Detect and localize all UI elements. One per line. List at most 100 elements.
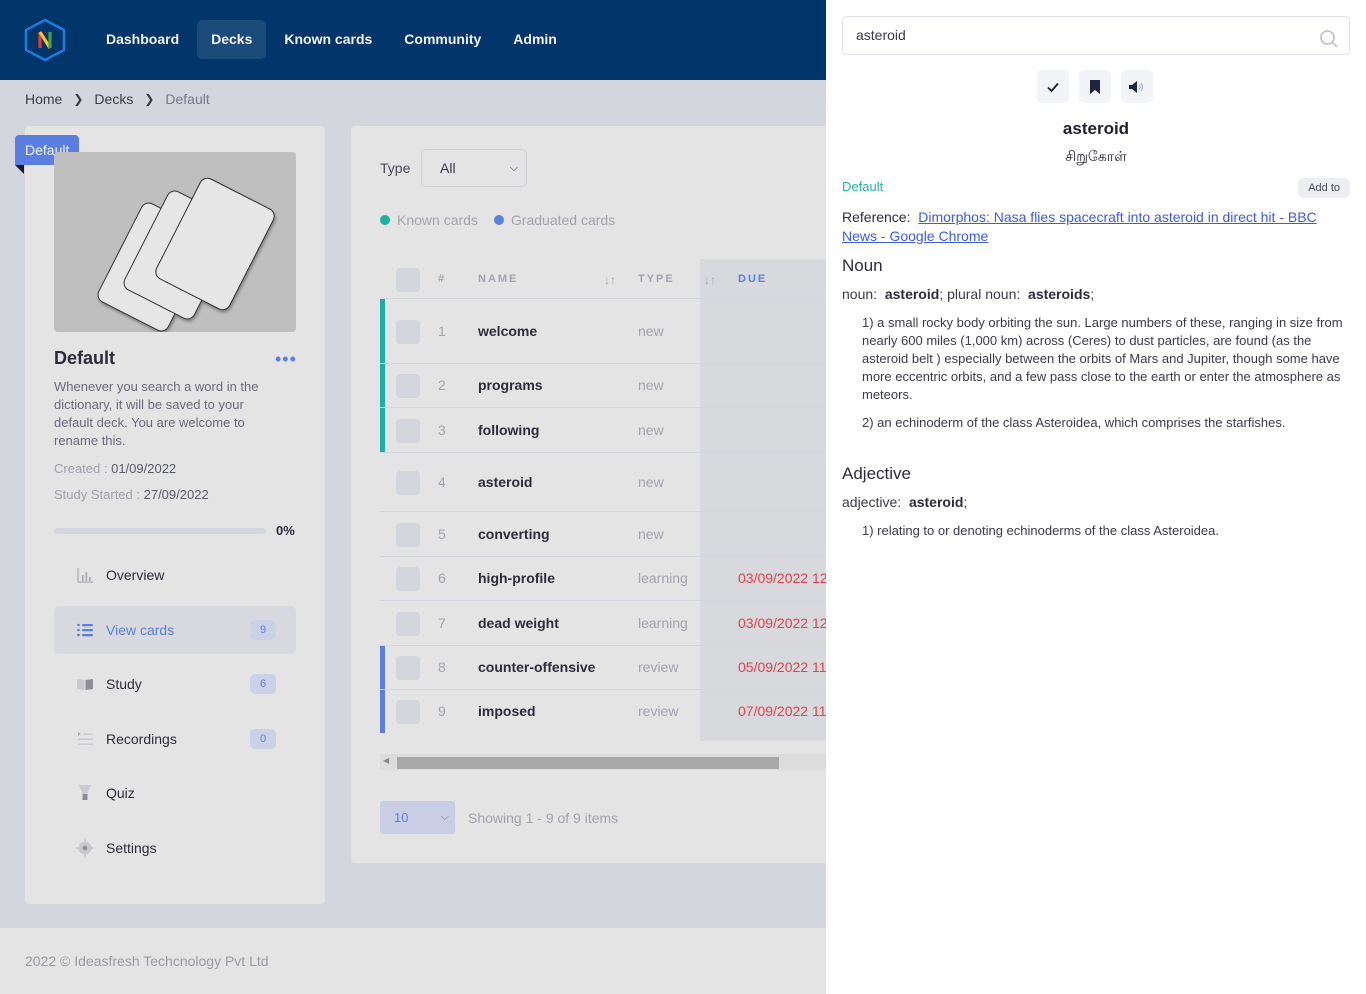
bookmark-button[interactable] <box>1079 70 1111 103</box>
menu-study[interactable]: Study 6 <box>54 660 296 708</box>
dictionary-search-input[interactable]: asteroid <box>842 16 1350 55</box>
row-checkbox[interactable] <box>396 700 420 724</box>
table-row[interactable]: 4 asteroid new <box>380 452 871 511</box>
trophy-icon <box>76 784 94 802</box>
study-started-label: Study Started : <box>54 487 144 502</box>
row-type: new <box>638 323 664 339</box>
known-dot-icon <box>380 215 390 225</box>
noun-forms: noun: asteroid; plural noun: asteroids; <box>842 286 1095 302</box>
logo[interactable] <box>22 18 68 62</box>
type-filter-select[interactable]: All ⌵ <box>421 149 527 187</box>
row-checkbox[interactable] <box>396 656 420 680</box>
definition-item: 1) relating to or denoting echinoderms o… <box>862 523 1219 538</box>
row-name[interactable]: asteroid <box>478 474 532 490</box>
menu-recordings[interactable]: Recordings 0 <box>54 715 296 763</box>
list-icon <box>76 621 94 639</box>
row-checkbox[interactable] <box>396 567 420 591</box>
chevron-down-icon: ⌵ <box>509 162 518 174</box>
deck-link[interactable]: Default <box>842 179 883 194</box>
row-type: new <box>638 422 664 438</box>
menu-view-cards[interactable]: View cards 9 <box>54 605 296 654</box>
progress-bar <box>54 528 266 534</box>
row-name[interactable]: welcome <box>478 323 537 339</box>
row-checkbox[interactable] <box>396 419 420 443</box>
row-name[interactable]: counter-offensive <box>478 659 595 675</box>
table-row[interactable]: 2 programs new <box>380 363 871 407</box>
row-status-bar <box>380 646 385 689</box>
row-type: review <box>638 659 679 675</box>
col-name[interactable]: NAME <box>478 259 518 299</box>
scrollbar-thumb[interactable] <box>397 757 779 769</box>
count-badge: 0 <box>250 728 276 749</box>
row-checkbox[interactable] <box>396 612 420 636</box>
row-name[interactable]: imposed <box>478 703 536 719</box>
select-all-checkbox[interactable] <box>396 268 420 292</box>
row-checkbox[interactable] <box>396 320 420 344</box>
study-started-value: 27/09/2022 <box>143 487 209 502</box>
row-type: learning <box>638 570 688 586</box>
pagination-summary: Showing 1 - 9 of 9 items <box>468 810 619 826</box>
legend-label: Graduated cards <box>510 212 616 228</box>
chevron-down-icon: ⌵ <box>440 811 449 823</box>
pronounce-button[interactable] <box>1121 70 1153 103</box>
row-checkbox[interactable] <box>396 523 420 547</box>
check-icon <box>1047 82 1059 92</box>
menu-overview[interactable]: Overview <box>54 551 296 599</box>
row-due: 07/09/2022 11 <box>738 703 827 719</box>
mark-known-button[interactable] <box>1037 70 1069 103</box>
col-type[interactable]: TYPE <box>638 259 675 299</box>
nav-community[interactable]: Community <box>390 20 495 59</box>
main-nav: Dashboard Decks Known cards Community Ad… <box>92 20 571 59</box>
row-checkbox[interactable] <box>396 471 420 495</box>
forms-prefix: noun: <box>842 286 878 302</box>
menu-label: Settings <box>106 839 157 856</box>
breadcrumb-home[interactable]: Home <box>25 91 62 107</box>
definition-item: 2) an echinoderm of the class Asteroidea… <box>862 415 1286 430</box>
row-type: new <box>638 526 664 542</box>
scroll-left-icon[interactable]: ◀ <box>383 756 389 765</box>
row-name[interactable]: following <box>478 422 539 438</box>
table-row[interactable]: 7 dead weight learning 03/09/2022 12 <box>380 600 871 645</box>
deck-title: Default <box>54 348 116 368</box>
legend-known: Known cards <box>380 212 478 228</box>
row-name[interactable]: dead weight <box>478 615 559 631</box>
table-row[interactable]: 8 counter-offensive review 05/09/2022 11 <box>380 645 871 689</box>
more-options-icon[interactable]: ••• <box>275 348 297 370</box>
breadcrumb-decks[interactable]: Decks <box>94 91 133 107</box>
sort-name-icon[interactable]: ↓↑ <box>604 259 616 301</box>
bar-chart-icon <box>76 566 94 584</box>
menu-label: Quiz <box>106 785 135 801</box>
definition-item: 1) a small rocky body orbiting the sun. … <box>862 315 1343 402</box>
menu-quiz[interactable]: Quiz <box>54 769 296 817</box>
row-name[interactable]: programs <box>478 377 543 393</box>
nav-decks[interactable]: Decks <box>197 20 267 59</box>
horizontal-scrollbar[interactable]: ◀ <box>380 754 871 770</box>
row-number: 3 <box>438 422 446 438</box>
table-row[interactable]: 1 welcome new <box>380 298 871 363</box>
chevron-right-icon: ❯ <box>144 92 155 106</box>
row-name[interactable]: converting <box>478 526 550 542</box>
page-size-select[interactable]: 10 ⌵ <box>380 801 455 834</box>
word-translation: சிறுகோள் <box>1065 148 1127 164</box>
cards-table-panel: Type All ⌵ Known cards Graduated cards #… <box>351 126 871 863</box>
table-row[interactable]: 3 following new <box>380 407 871 452</box>
table-row[interactable]: 6 high-profile learning 03/09/2022 12 <box>380 556 871 600</box>
reference-label: Reference: <box>842 209 911 225</box>
table-row[interactable]: 9 imposed review 07/09/2022 11 <box>380 689 871 733</box>
nav-admin[interactable]: Admin <box>499 20 571 59</box>
col-due[interactable]: DUE <box>738 259 767 299</box>
search-icon[interactable] <box>1319 26 1339 63</box>
add-to-button[interactable]: Add to <box>1298 178 1350 198</box>
row-type: learning <box>638 615 688 631</box>
forms-mid: ; plural noun: <box>939 286 1021 302</box>
row-number: 7 <box>438 615 446 631</box>
nav-known-cards[interactable]: Known cards <box>270 20 386 59</box>
row-checkbox[interactable] <box>396 374 420 398</box>
reference-link[interactable]: Dimorphos: Nasa flies spacecraft into as… <box>842 209 1317 244</box>
nav-dashboard[interactable]: Dashboard <box>92 20 193 59</box>
table-row[interactable]: 5 converting new <box>380 511 871 556</box>
progress-label: 0% <box>276 523 295 538</box>
row-name[interactable]: high-profile <box>478 570 555 586</box>
menu-settings[interactable]: Settings <box>54 824 296 872</box>
sort-type-icon[interactable]: ↓↑ <box>704 259 716 301</box>
